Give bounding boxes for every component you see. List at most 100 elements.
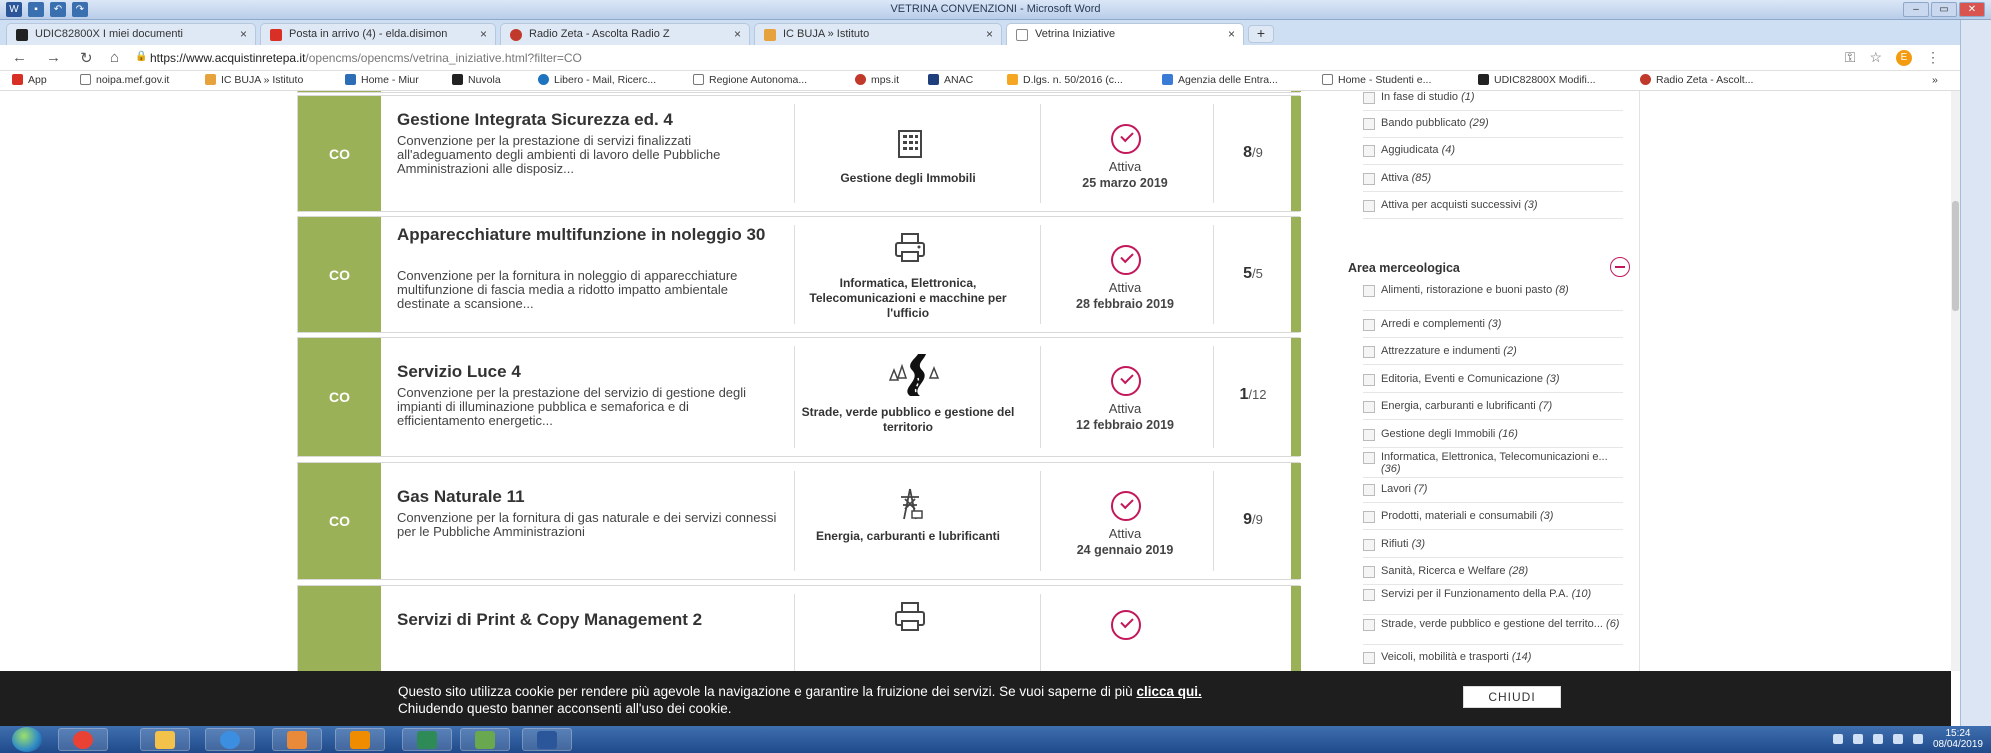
filter-checkbox[interactable]: Veicoli, mobilità e trasporti (14) <box>1363 651 1623 664</box>
maximize-button[interactable]: ▭ <box>1931 2 1957 17</box>
bookmark-app[interactable]: App <box>12 74 47 86</box>
taskbar-sharing[interactable] <box>460 728 510 751</box>
tab-posta-in-arrivo[interactable]: Posta in arrivo (4) - elda.disimon × <box>260 23 496 45</box>
close-tab-icon[interactable]: × <box>480 27 487 41</box>
filter-checkbox[interactable]: Servizi per il Funzionamento della P.A. … <box>1363 588 1623 601</box>
initiative-title[interactable]: Gas Naturale 11 <box>397 487 767 506</box>
bookmark-libero[interactable]: Libero - Mail, Ricerc... <box>538 74 656 86</box>
filter-checkbox[interactable]: Lavori (7) <box>1363 483 1623 496</box>
taskbar-chrome[interactable] <box>58 728 108 751</box>
list-item[interactable]: CO Servizio Luce 4 Convenzione per la pr… <box>297 337 1301 457</box>
filter-checkbox[interactable]: Alimenti, ristorazione e buoni pasto (8) <box>1363 284 1623 297</box>
taskbar-excel[interactable] <box>402 728 452 751</box>
close-tab-icon[interactable]: × <box>240 27 247 41</box>
bookmarks-overflow-icon[interactable]: » <box>1932 74 1938 86</box>
filter-checkbox[interactable]: Strade, verde pubblico e gestione del te… <box>1363 618 1623 631</box>
home-icon[interactable]: ⌂ <box>110 49 119 66</box>
filter-checkbox[interactable]: Editoria, Eventi e Comunicazione (3) <box>1363 373 1623 386</box>
filter-checkbox[interactable]: In fase di studio (1) <box>1363 91 1623 104</box>
filter-checkbox[interactable]: Attrezzature e indumenti (2) <box>1363 345 1623 358</box>
bookmark-mps[interactable]: mps.it <box>855 74 899 86</box>
list-item[interactable]: CO Gestione Integrata Sicurezza ed. 4 Co… <box>297 95 1301 212</box>
antivirus-icon[interactable] <box>1872 734 1883 744</box>
filter-checkbox[interactable]: Prodotti, materiali e consumabili (3) <box>1363 510 1623 523</box>
network-icon[interactable] <box>1832 734 1843 744</box>
filter-checkbox[interactable]: Attiva (85) <box>1363 172 1623 185</box>
start-button[interactable] <box>12 727 42 752</box>
taskbar-people[interactable] <box>272 728 322 751</box>
list-item[interactable]: Servizi di Print & Copy Management 2 <box>297 585 1301 671</box>
tab-ic-buja[interactable]: IC BUJA » Istituto × <box>754 23 1002 45</box>
filter-checkbox[interactable]: Informatica, Elettronica, Telecomunicazi… <box>1363 451 1623 475</box>
filter-checkbox[interactable]: Sanità, Ricerca e Welfare (28) <box>1363 565 1623 578</box>
filter-count: (7) <box>1538 400 1553 412</box>
initiative-title[interactable]: Servizio Luce 4 <box>397 362 767 381</box>
cookie-close-button[interactable]: CHIUDI <box>1463 686 1561 708</box>
filter-checkbox[interactable]: Arredi e complementi (3) <box>1363 318 1623 331</box>
tab-radio-zeta[interactable]: Radio Zeta - Ascolta Radio Z × <box>500 23 750 45</box>
bookmark-dlgs[interactable]: D.lgs. n. 50/2016 (c... <box>1007 74 1123 86</box>
bookmark-noipa[interactable]: noipa.mef.gov.it <box>80 74 169 86</box>
bookmark-label: UDIC82800X Modifi... <box>1494 74 1596 86</box>
tab-udic-documents[interactable]: UDIC82800X I miei documenti × <box>6 23 256 45</box>
clock[interactable]: 15:24 08/04/2019 <box>1933 728 1983 750</box>
forward-icon[interactable]: → <box>46 49 61 66</box>
collapse-icon[interactable] <box>1610 257 1630 277</box>
taskbar-media-player[interactable] <box>335 728 385 751</box>
divider <box>1363 644 1623 645</box>
filter-checkbox[interactable]: Bando pubblicato (29) <box>1363 117 1623 130</box>
filter-checkbox[interactable]: Energia, carburanti e lubrificanti (7) <box>1363 400 1623 413</box>
reload-icon[interactable]: ↻ <box>80 49 93 67</box>
bookmark-udic[interactable]: UDIC82800X Modifi... <box>1478 74 1596 86</box>
tab-label: UDIC82800X I miei documenti <box>35 28 183 40</box>
close-tab-icon[interactable]: × <box>734 27 741 41</box>
initiative-title[interactable]: Gestione Integrata Sicurezza ed. 4 <box>397 110 767 129</box>
tab-label: Radio Zeta - Ascolta Radio Z <box>529 28 670 40</box>
close-button[interactable]: ✕ <box>1959 2 1985 17</box>
close-tab-icon[interactable]: × <box>986 27 993 41</box>
filter-checkbox[interactable]: Aggiudicata (4) <box>1363 144 1623 157</box>
taskbar-word[interactable] <box>522 728 572 751</box>
type-badge: CO <box>298 96 381 211</box>
bookmark-miur[interactable]: Home - Miur <box>345 74 419 86</box>
taskbar-explorer[interactable] <box>140 728 190 751</box>
list-item[interactable]: CO Gas Naturale 11 Convenzione per la fo… <box>297 462 1301 580</box>
new-tab-button[interactable]: + <box>1248 25 1274 43</box>
filter-checkbox[interactable]: Gestione degli Immobili (16) <box>1363 428 1623 441</box>
update-icon[interactable] <box>1852 734 1863 744</box>
tab-vetrina-iniziative[interactable]: Vetrina Iniziative × <box>1006 23 1244 45</box>
filter-label: Arredi e complementi <box>1381 318 1485 330</box>
bookmark-ic-buja[interactable]: IC BUJA » Istituto <box>205 74 303 86</box>
initiative-title[interactable]: Apparecchiature multifunzione in noleggi… <box>397 225 767 244</box>
bookmark-star-icon[interactable]: ☆ <box>1869 49 1882 66</box>
lots-count: 1/12 <box>1213 386 1293 404</box>
close-tab-icon[interactable]: × <box>1228 27 1235 41</box>
status-check-icon <box>1111 366 1141 396</box>
bookmark-nuvola[interactable]: Nuvola <box>452 74 501 86</box>
initiative-title[interactable]: Servizi di Print & Copy Management 2 <box>397 610 767 629</box>
bookmark-radio-zeta[interactable]: Radio Zeta - Ascolt... <box>1640 74 1753 86</box>
bookmark-agenzia[interactable]: Agenzia delle Entra... <box>1162 74 1278 86</box>
filter-checkbox[interactable]: Rifiuti (3) <box>1363 538 1623 551</box>
flag-icon[interactable] <box>1912 734 1923 744</box>
profile-avatar[interactable]: E <box>1896 49 1912 66</box>
divider <box>1363 502 1623 503</box>
bookmark-studenti[interactable]: Home - Studenti e... <box>1322 74 1431 86</box>
initiative-description: Convenzione per la prestazione di serviz… <box>397 133 721 176</box>
list-item[interactable]: CO Apparecchiature multifunzione in nole… <box>297 216 1301 333</box>
bookmark-regione[interactable]: Regione Autonoma... <box>693 74 807 86</box>
menu-icon[interactable]: ⋮ <box>1926 49 1940 66</box>
filter-checkbox[interactable]: Attiva per acquisti successivi (3) <box>1363 199 1623 212</box>
back-icon[interactable]: ← <box>12 49 27 66</box>
taskbar-ie[interactable] <box>205 728 255 751</box>
volume-icon[interactable] <box>1892 734 1903 744</box>
cookie-info-link[interactable]: clicca qui. <box>1136 684 1201 699</box>
page-scrollbar[interactable] <box>1951 91 1960 671</box>
minimize-button[interactable]: – <box>1903 2 1929 17</box>
category-label: Informatica, Elettronica, Telecomunicazi… <box>809 276 1007 320</box>
bookmark-anac[interactable]: ANAC <box>928 74 973 86</box>
key-icon[interactable]: ⚿ <box>1845 49 1856 66</box>
url-input[interactable]: https://www.acquistinretepa.it/opencms/o… <box>150 51 582 65</box>
scrollbar-thumb[interactable] <box>1952 201 1959 311</box>
bookmark-label: Regione Autonoma... <box>709 74 808 86</box>
